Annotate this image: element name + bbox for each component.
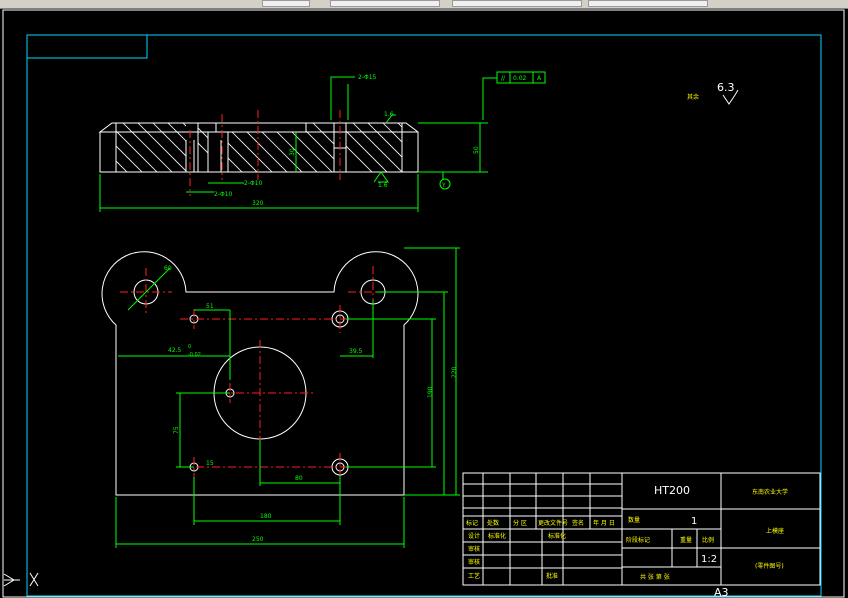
tb-zone: 分 区 bbox=[513, 519, 527, 527]
tb-material: HT200 bbox=[654, 484, 690, 497]
drawing-canvas[interactable]: 320 2-Φ15 // 0.02 A 50 30 Y 1.6 1.6 2-Φ1… bbox=[0, 8, 848, 598]
dim-2-d10-a: 2-Φ10 bbox=[244, 180, 263, 187]
toolbar-button[interactable] bbox=[262, 0, 310, 7]
tb-sheet-info: 共 张 第 张 bbox=[640, 573, 670, 581]
dim-80: 80 bbox=[295, 475, 303, 482]
tb-school: 东南农业大学 bbox=[752, 488, 788, 496]
dim-42-5-upper: 0 bbox=[188, 344, 191, 350]
svg-text://: // bbox=[501, 75, 506, 82]
tb-change-no: 更改文件号 bbox=[538, 519, 568, 527]
dim-180: 180 bbox=[260, 513, 272, 520]
section-dimensions: 320 2-Φ15 // 0.02 A 50 30 Y 1.6 1.6 2-Φ1… bbox=[99, 71, 546, 212]
dim-30: 30 bbox=[289, 148, 296, 156]
dim-15: 15 bbox=[206, 460, 214, 467]
tb-date: 年 月 日 bbox=[593, 519, 615, 527]
tb-part-name: 上模座 bbox=[766, 527, 784, 535]
tb-standard: 标准化 bbox=[488, 532, 506, 540]
layer-dropdown[interactable] bbox=[330, 0, 440, 7]
inner-frame bbox=[26, 34, 822, 597]
tb-check: 审核 bbox=[468, 545, 480, 553]
tb-count: 处数 bbox=[487, 519, 499, 527]
tb-count-value: 1 bbox=[691, 516, 697, 527]
tb-scale-label: 比例 bbox=[702, 536, 714, 544]
dim-2-d15: 2-Φ15 bbox=[358, 74, 377, 81]
lineweight-dropdown[interactable] bbox=[588, 0, 708, 7]
tb-count-label: 数量 bbox=[628, 516, 640, 524]
linetype-dropdown[interactable] bbox=[452, 0, 582, 7]
roughness-1-6-top: 1.6 bbox=[384, 111, 394, 118]
tb-scale: 1:2 bbox=[701, 554, 717, 565]
tb-process: 工艺 bbox=[468, 572, 480, 580]
tb-sign: 签名 bbox=[572, 519, 584, 527]
dim-75: 75 bbox=[173, 426, 180, 434]
tb-stage: 阶段标记 bbox=[626, 536, 650, 544]
tb-design: 设计 bbox=[468, 532, 480, 540]
tb-drawing-no: (零件图号) bbox=[755, 562, 784, 570]
corner-tag bbox=[27, 35, 148, 59]
dim-42-5: 42.5 bbox=[168, 347, 182, 354]
datum-y: Y bbox=[441, 182, 446, 189]
tb-weight: 重量 bbox=[680, 536, 692, 544]
tb-review: 审核 bbox=[468, 558, 480, 566]
roughness-1-6-bottom: 1.6 bbox=[378, 182, 388, 189]
dim-250: 250 bbox=[252, 536, 264, 543]
title-block: 标记 处数 分 区 更改文件号 签名 年 月 日 设计 标准化 标准化 审核 审… bbox=[462, 472, 821, 598]
dim-51: 51 bbox=[206, 303, 214, 310]
plan-dimensions: 60 51 42.5 0 -0.02 39.5 190 220 75 15 80 bbox=[115, 247, 460, 548]
dim-39-5: 39.5 bbox=[349, 348, 363, 355]
roughness-label: 其余 bbox=[687, 93, 699, 101]
dim-50: 50 bbox=[473, 146, 480, 154]
tb-mark: 标记 bbox=[466, 519, 478, 527]
tb-standard-2: 标准化 bbox=[548, 532, 566, 540]
ucs-icon bbox=[3, 572, 39, 587]
dim-r60: 60 bbox=[164, 265, 172, 272]
dim-220: 220 bbox=[451, 366, 458, 378]
dim-190: 190 bbox=[427, 386, 434, 398]
dim-320: 320 bbox=[252, 200, 264, 207]
datum-ref: A bbox=[537, 75, 542, 82]
dim-2-d10-b: 2-Φ10 bbox=[214, 191, 233, 198]
tb-paper-size: A3 bbox=[714, 586, 729, 598]
tb-approve: 批准 bbox=[546, 572, 558, 580]
roughness-value: 6.3 bbox=[717, 81, 735, 94]
general-roughness: 其余 6.3 bbox=[687, 81, 739, 105]
dim-42-5-lower: -0.02 bbox=[188, 352, 201, 358]
tol-value: 0.02 bbox=[513, 75, 527, 82]
